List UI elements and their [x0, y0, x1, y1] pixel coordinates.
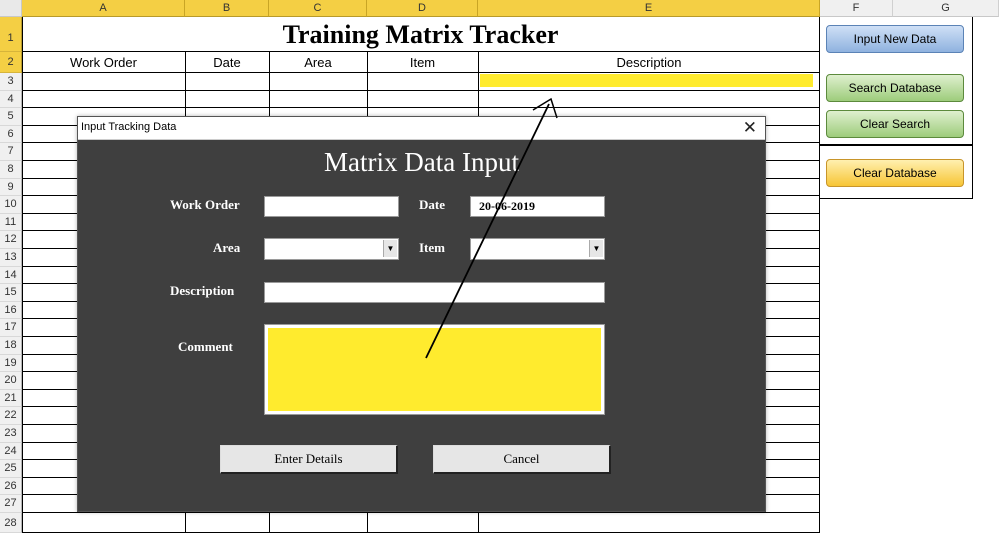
annotation-arrow	[425, 97, 558, 359]
